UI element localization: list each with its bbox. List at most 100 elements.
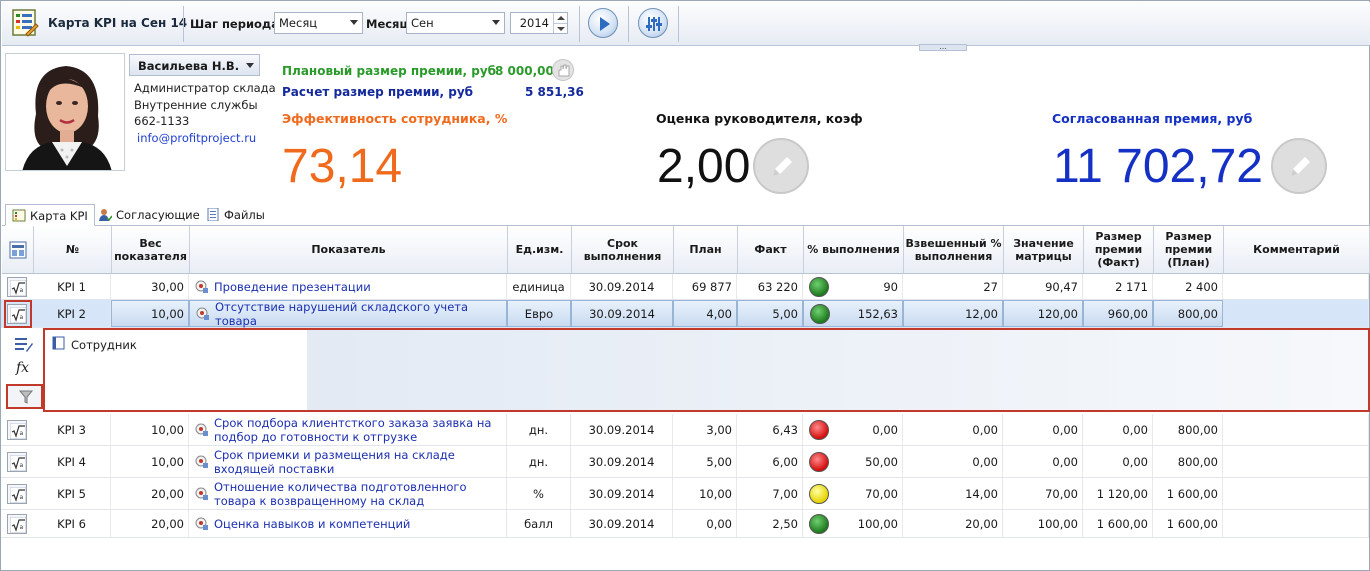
employee-select[interactable]: Васильева Н.В. — [129, 54, 260, 76]
toolbar-separator — [678, 6, 679, 42]
row-formula-button[interactable]: a — [7, 277, 27, 297]
sqrt-icon: a — [10, 517, 26, 533]
indicator-link[interactable]: Срок подбора клиентсткого заказа заявка … — [214, 416, 506, 444]
cell-plan: 3,00 — [673, 414, 737, 445]
sqrt-icon: a — [10, 423, 26, 439]
cell-deadline: 30.09.2014 — [571, 414, 673, 445]
cell-comment[interactable] — [1223, 300, 1369, 327]
indicator-link[interactable]: Срок приемки и размещения на складе вход… — [214, 448, 506, 476]
cell-num: KPI 4 — [33, 446, 111, 477]
year-spinner[interactable]: 2014 — [510, 12, 568, 34]
indicator-link[interactable]: Отношение количества подготовленного тов… — [214, 480, 506, 508]
svg-text:a: a — [20, 287, 24, 294]
pct-value: 152,63 — [857, 306, 898, 321]
column-header-indicator[interactable]: Показатель — [190, 226, 508, 274]
cell-name[interactable]: Проведение презентации — [189, 274, 507, 299]
cell-name[interactable]: Отношение количества подготовленного тов… — [189, 478, 507, 509]
green-status-lamp-icon — [809, 276, 829, 297]
edit-agreed-bonus-button[interactable] — [1271, 138, 1327, 194]
cell-comment[interactable] — [1223, 414, 1369, 445]
cell-comment[interactable] — [1223, 478, 1369, 509]
agreed-bonus-value: 11 702,72 — [1053, 140, 1263, 193]
cell-weight: 20,00 — [111, 478, 189, 509]
column-chooser-icon — [9, 241, 26, 258]
tab-files[interactable]: Файлы — [200, 204, 271, 226]
table-row[interactable]: a KPI 6 20,00 Оценка навыков и компетенций б… — [1, 510, 1369, 538]
cell-name[interactable]: Оценка навыков и компетенций — [189, 510, 507, 537]
column-header-matrix[interactable]: Значение матрицы — [1004, 226, 1084, 274]
column-header-comment[interactable]: Комментарий — [1224, 226, 1370, 274]
cell-comment[interactable] — [1223, 274, 1369, 299]
list-edit-icon[interactable] — [14, 335, 34, 353]
cell-plan: 10,00 — [673, 478, 737, 509]
column-header-bonus-fact[interactable]: Размер премии (Факт) — [1084, 226, 1154, 274]
month-label: Месяц — [366, 17, 408, 31]
cell-name[interactable]: Срок подбора клиентсткого заказа заявка … — [189, 414, 507, 445]
cell-bonus-plan: 1 600,00 — [1153, 510, 1223, 537]
cell-deadline: 30.09.2014 — [571, 510, 673, 537]
column-header-pct[interactable]: % выполнения — [804, 226, 904, 274]
collapse-grip[interactable]: ... — [919, 43, 967, 51]
filter-button[interactable] — [6, 384, 43, 409]
column-header-num[interactable]: № — [34, 226, 112, 274]
column-header-fact[interactable]: Факт — [738, 226, 804, 274]
table-row[interactable]: a KPI 3 10,00 Срок подбора клиентсткого зак… — [1, 414, 1369, 446]
column-header-bonus-plan[interactable]: Размер премии (План) — [1154, 226, 1224, 274]
table-row[interactable]: a KPI 5 20,00 Отношение количества подготов… — [1, 478, 1369, 510]
column-header-tools[interactable] — [2, 226, 34, 274]
row-formula-button[interactable]: a — [7, 484, 27, 504]
indicator-link[interactable]: Проведение презентации — [214, 280, 371, 294]
cell-unit: Евро — [507, 300, 571, 327]
period-step-select[interactable]: Месяц — [274, 12, 363, 34]
yellow-status-lamp-icon — [809, 483, 829, 504]
column-header-unit[interactable]: Ед.изм. — [508, 226, 572, 274]
column-header-plan[interactable]: План — [674, 226, 738, 274]
month-select[interactable]: Сен — [406, 12, 505, 34]
cell-pct: 50,00 — [803, 446, 903, 477]
spin-up-icon[interactable] — [553, 13, 567, 23]
spin-down-icon[interactable] — [553, 23, 567, 33]
column-header-weight[interactable]: Вес показателя — [112, 226, 190, 274]
cell-pct: 152,63 — [803, 300, 903, 327]
cell-plan: 4,00 — [673, 300, 737, 327]
cell-num: KPI 3 — [33, 414, 111, 445]
table-row[interactable]: a KPI 1 30,00 Проведение презентации единица… — [1, 274, 1369, 300]
cell-unit: дн. — [507, 446, 571, 477]
svg-text:a: a — [20, 524, 24, 531]
column-header-deadline[interactable]: Срок выполнения — [572, 226, 674, 274]
cell-name[interactable]: Срок приемки и размещения на складе вход… — [189, 446, 507, 477]
indicator-link[interactable]: Оценка навыков и компетенций — [214, 517, 410, 531]
run-button[interactable] — [588, 8, 618, 38]
column-header-weighted[interactable]: Взвешенный % выполнения — [904, 226, 1004, 274]
efficiency-value: 73,14 — [282, 140, 403, 193]
cell-weighted: 14,00 — [903, 478, 1003, 509]
indicator-link[interactable]: Отсутствие нарушений складского учета то… — [215, 300, 506, 328]
hand-icon[interactable] — [552, 59, 574, 81]
manager-score-value: 2,00 — [657, 140, 751, 193]
employee-department: Внутренние службы — [134, 98, 258, 112]
cell-name[interactable]: Отсутствие нарушений складского учета то… — [189, 300, 507, 328]
tab-kpi-card[interactable]: Карта KPI — [5, 204, 95, 226]
row-formula-button[interactable]: a — [7, 420, 27, 440]
table-row[interactable]: a KPI 2 10,00 Отсутствие нарушений складско… — [1, 300, 1369, 328]
employee-email-link[interactable]: info@profitproject.ru — [137, 131, 256, 145]
edit-manager-score-button[interactable] — [753, 138, 809, 194]
toolbar-separator — [579, 6, 580, 42]
row-formula-button[interactable]: a — [7, 514, 27, 534]
cell-weight: 10,00 — [111, 414, 189, 445]
cell-bonus-fact: 0,00 — [1083, 414, 1153, 445]
table-row[interactable]: a KPI 4 10,00 Срок приемки и размещения на … — [1, 446, 1369, 478]
row-formula-button[interactable]: a — [7, 452, 27, 472]
tab-approvers[interactable]: Согласующие — [92, 204, 206, 226]
indicator-icon — [196, 307, 209, 320]
app-window: Карта KPI на Сен 14 Шаг периода: Месяц М… — [0, 0, 1370, 571]
cell-pct: 90 — [803, 274, 903, 299]
cell-comment[interactable] — [1223, 446, 1369, 477]
formula-icon[interactable]: fx — [16, 360, 29, 376]
cell-weighted: 20,00 — [903, 510, 1003, 537]
settings-button[interactable] — [638, 8, 668, 38]
cell-comment[interactable] — [1223, 510, 1369, 537]
toolbar-separator — [183, 6, 184, 42]
cell-num: KPI 5 — [33, 478, 111, 509]
cell-matrix: 100,00 — [1003, 510, 1083, 537]
